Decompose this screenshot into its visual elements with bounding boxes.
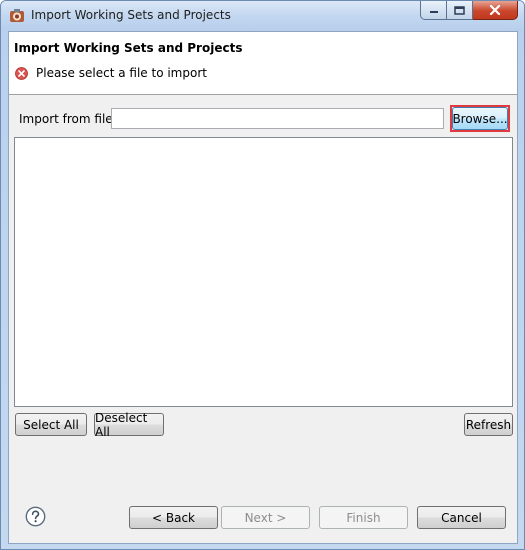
wizard-page-title: Import Working Sets and Projects — [14, 41, 243, 55]
wizard-banner: Import Working Sets and Projects Please … — [9, 32, 517, 95]
import-from-file-label: Import from file: — [19, 112, 117, 126]
working-sets-project-list[interactable] — [14, 137, 513, 407]
window-controls — [420, 1, 518, 21]
close-icon — [489, 5, 501, 15]
back-button[interactable]: < Back — [129, 506, 218, 529]
deselect-all-button[interactable]: Deselect All — [94, 411, 164, 439]
finish-button[interactable]: Finish — [319, 506, 408, 529]
minimize-button[interactable] — [420, 1, 447, 20]
refresh-button[interactable]: Refresh — [464, 413, 513, 436]
dialog-client-area: Import Working Sets and Projects Please … — [8, 31, 518, 544]
maximize-icon — [454, 5, 465, 15]
minimize-icon — [429, 11, 438, 13]
cancel-button[interactable]: Cancel — [417, 506, 506, 529]
window-title: Import Working Sets and Projects — [31, 8, 231, 22]
help-icon[interactable] — [25, 506, 46, 527]
next-button[interactable]: Next > — [221, 506, 310, 529]
wizard-error-message: Please select a file to import — [36, 66, 207, 80]
import-dialog-window: Import Working Sets and Projects Import … — [0, 0, 525, 550]
browse-button[interactable]: Browse... — [452, 107, 508, 130]
close-button[interactable] — [473, 1, 518, 20]
error-icon — [15, 67, 28, 80]
maximize-button[interactable] — [447, 1, 473, 20]
title-bar[interactable]: Import Working Sets and Projects — [1, 1, 524, 31]
select-all-button[interactable]: Select All — [15, 413, 87, 436]
eclipse-import-icon — [10, 9, 24, 22]
import-file-input[interactable] — [111, 108, 444, 129]
